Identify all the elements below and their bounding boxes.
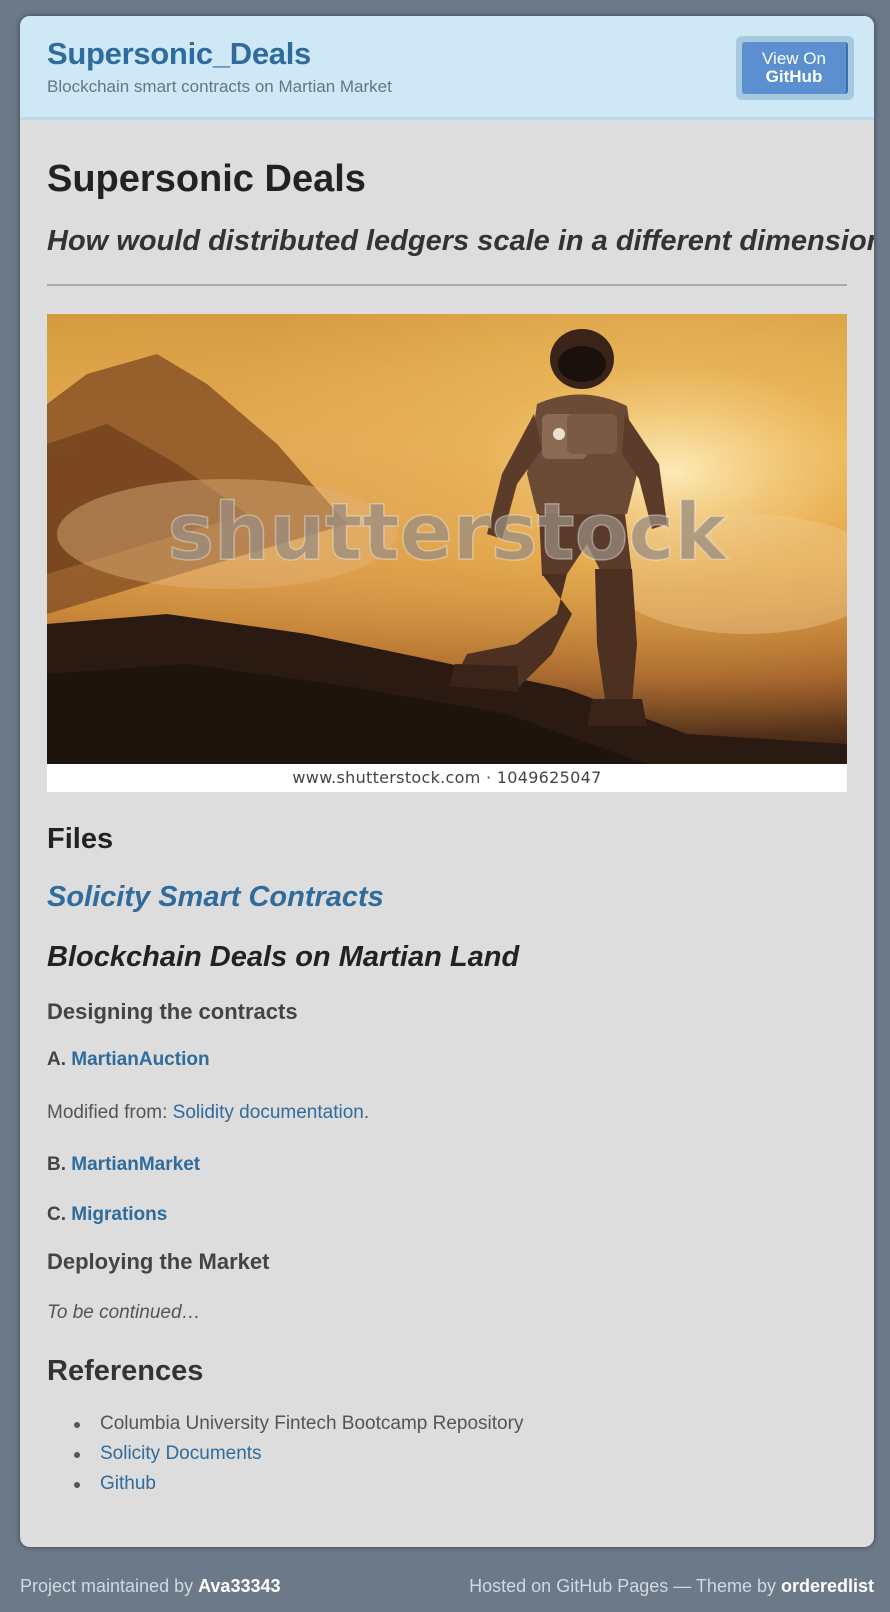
page-wrapper: Supersonic_Deals Blockchain smart contra… <box>20 16 874 1547</box>
list-item: Columbia University Fintech Bootcamp Rep… <box>47 1412 523 1442</box>
footer-maintained-label: Project maintained by <box>20 1576 199 1596</box>
solicity-documents-link[interactable]: Solicity Documents <box>100 1443 262 1464</box>
theme-link[interactable]: orderedlist <box>781 1576 874 1596</box>
github-button-frame: View On GitHub <box>736 36 854 100</box>
shutterstock-watermark: shutterstock <box>168 488 729 578</box>
site-header: Supersonic_Deals Blockchain smart contra… <box>20 16 874 120</box>
site-title-link[interactable]: Supersonic_Deals <box>47 36 311 72</box>
maintainer-link[interactable]: Ava33343 <box>198 1576 280 1596</box>
to-be-continued-text: To be continued… <box>47 1302 201 1323</box>
modified-from-text: Modified from: Solidity documentation. <box>47 1102 369 1124</box>
list-item: Github <box>47 1472 523 1502</box>
view-on-github-button[interactable]: View On GitHub <box>742 42 848 94</box>
contract-item-b: B. MartianMarket <box>47 1154 200 1176</box>
image-caption: www.shutterstock.com · 1049625047 <box>47 764 847 792</box>
references-list: Columbia University Fintech Bootcamp Rep… <box>47 1412 523 1502</box>
files-heading: Files <box>47 823 114 855</box>
references-heading: References <box>47 1355 204 1387</box>
page-question: How would distributed ledgers scale in a… <box>47 225 874 257</box>
site-tagline: Blockchain smart contracts on Martian Ma… <box>47 77 392 96</box>
modified-from-suffix: . <box>363 1102 370 1123</box>
astronaut-scene-icon: shutterstock <box>47 314 847 764</box>
contract-item-c: C. Migrations <box>47 1204 167 1226</box>
github-button-line2: GitHub <box>765 67 823 86</box>
footer-hosted-label: Hosted on GitHub Pages — Theme by <box>469 1576 781 1596</box>
solicity-smart-contracts-link[interactable]: Solicity Smart Contracts <box>47 881 384 914</box>
github-button-line1: View On <box>762 49 826 68</box>
hero-image: shutterstock www.shutterstock.com · 1049… <box>47 314 847 792</box>
footer-maintainer: Project maintained by Ava33343 <box>20 1576 281 1597</box>
list-item: Solicity Documents <box>47 1442 523 1472</box>
modified-from-label: Modified from: <box>47 1102 173 1123</box>
deploying-heading: Deploying the Market <box>47 1249 270 1274</box>
martian-market-link[interactable]: MartianMarket <box>71 1154 200 1175</box>
github-reference-link[interactable]: Github <box>100 1473 156 1494</box>
divider <box>47 284 847 286</box>
martian-land-heading: Blockchain Deals on Martian Land <box>47 941 520 973</box>
reference-columbia: Columbia University Fintech Bootcamp Rep… <box>100 1413 524 1434</box>
contract-prefix-a: A. <box>47 1049 66 1070</box>
migrations-link[interactable]: Migrations <box>71 1204 167 1225</box>
footer-hosting: Hosted on GitHub Pages — Theme by ordere… <box>469 1576 874 1597</box>
martian-auction-link[interactable]: MartianAuction <box>71 1049 209 1070</box>
solidity-documentation-link[interactable]: Solidity documentation <box>173 1102 364 1123</box>
contract-prefix-b: B. <box>47 1154 66 1175</box>
designing-heading: Designing the contracts <box>47 999 298 1024</box>
contract-prefix-c: C. <box>47 1204 66 1225</box>
contract-item-a: A. MartianAuction <box>47 1049 210 1071</box>
astronaut-photo: shutterstock <box>47 314 847 764</box>
page-title: Supersonic Deals <box>47 158 366 200</box>
